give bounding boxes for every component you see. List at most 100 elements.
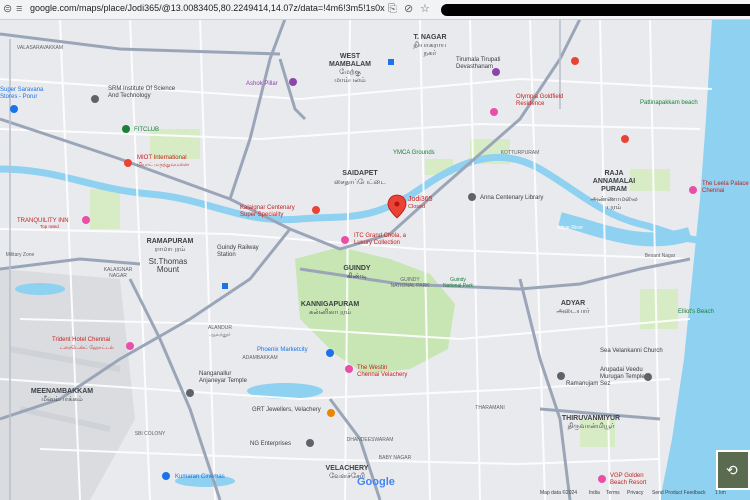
svg-text:GRT Jewellers, Velachery: GRT Jewellers, Velachery (252, 407, 321, 413)
place-raja-annamalai: RAJA (604, 170, 623, 177)
india-link[interactable]: India (589, 490, 600, 496)
place-baby-nagar: BABY NAGAR (379, 455, 412, 461)
place-raja-annamalai3: PURAM (601, 186, 627, 193)
svg-text:Murugan Temple: Murugan Temple (600, 374, 645, 380)
svg-text:Chennai Velachery: Chennai Velachery (357, 372, 407, 378)
place-dhandeeswaram: DHANDEESWARAM (347, 437, 394, 443)
place-besant: Besant Nagar (645, 253, 676, 259)
place-adyar: ADYAR (561, 300, 585, 307)
place-alandur: ALANDUR (208, 325, 232, 331)
svg-text:ட்ரைடென்ட் ஹோட்டல்: ட்ரைடென்ட் ஹோட்டல் (60, 345, 114, 351)
svg-text:Stores - Porur: Stores - Porur (0, 94, 37, 100)
svg-text:The Leela Palace: The Leela Palace (702, 181, 749, 187)
place-saidapet-ta: சைதாப்பேட்டை (334, 179, 386, 186)
jodi365-status: Closed (408, 204, 425, 210)
jodi365-label: Jodi365 (408, 196, 433, 203)
place-raja-annamalai-ta: அண்ணாமலை (590, 196, 638, 203)
svg-text:Luxury Collection: Luxury Collection (354, 240, 400, 246)
poi-pattinapakkam[interactable]: Pattinapakkam beach (640, 100, 698, 106)
svg-text:Guindy Railway: Guindy Railway (217, 245, 259, 251)
svg-text:Residence: Residence (516, 101, 545, 107)
place-west-mambalam-ta2: மாம்பலம் (334, 77, 366, 84)
svg-text:Devasthanam: Devasthanam (456, 64, 493, 70)
svg-text:VGP Golden: VGP Golden (610, 473, 644, 479)
place-kotturpuram: KOTTURPURAM (501, 150, 540, 156)
place-alandur-ta: ஆலந்தூர் (209, 332, 231, 338)
place-kannigapuram-ta: கன்னிகாபுரம் (309, 309, 352, 316)
svg-text:Ashok Pillar: Ashok Pillar (246, 81, 278, 87)
place-guindy-np4: National Park (443, 283, 474, 289)
poi-velankanni[interactable]: Sea Velankanni Church (600, 348, 663, 354)
place-adyar-ta: அடையார் (556, 308, 590, 315)
svg-text:YMCA Grounds: YMCA Grounds (393, 150, 435, 156)
svg-text:Kumaran Cinemas: Kumaran Cinemas (175, 474, 225, 480)
place-adambakkam: ADAMBAKKAM (242, 355, 277, 361)
place-raja-annamalai2: ANNAMALAI (593, 178, 635, 185)
place-military: Military Zone (6, 252, 35, 258)
svg-text:Top rated: Top rated (40, 224, 59, 229)
feedback-link[interactable]: Send Product Feedback (652, 490, 706, 496)
place-west-mambalam: WEST (340, 53, 361, 60)
poi-fitclub[interactable]: FITCLUB (122, 125, 159, 133)
svg-text:Anjaneyar Temple: Anjaneyar Temple (199, 378, 248, 384)
place-kannigapuram: KANNIGAPURAM (301, 301, 360, 308)
map-footer: Map data ©2024 India Terms Privacy Send … (0, 489, 750, 500)
site-info-icon[interactable]: ⊜ (3, 2, 12, 16)
cast-icon[interactable]: ⎘ (388, 2, 397, 16)
place-adyar-river: Adyar River (557, 225, 583, 231)
place-st-thomas2: Mount (157, 265, 180, 274)
map-data-text: Map data ©2024 (540, 490, 578, 496)
svg-text:SRM Institute Of Science: SRM Institute Of Science (108, 86, 176, 92)
layers-icon: ⟲ (726, 462, 738, 478)
svg-text:Super Speciality: Super Speciality (240, 212, 283, 218)
svg-text:Nanganallur: Nanganallur (199, 371, 231, 377)
svg-text:மியாட் மருத்துவமனை: மியாட் மருத்துவமனை (137, 162, 189, 168)
place-kalaignar2: NAGAR (109, 273, 127, 279)
svg-text:Ramanujam Sez: Ramanujam Sez (566, 381, 610, 387)
svg-text:Pattinapakkam beach: Pattinapakkam beach (640, 100, 698, 106)
layers-thumbnail[interactable]: ⟲ (716, 450, 750, 490)
place-sbi: SBI COLONY (135, 431, 166, 437)
svg-text:The Westin: The Westin (357, 365, 387, 371)
url-text[interactable]: google.com/maps/place/Jodi365/@13.008340… (30, 3, 385, 13)
svg-text:Chennai: Chennai (702, 188, 724, 194)
google-logo: Google (357, 476, 395, 488)
place-guindy-np2: NATIONAL PARK (390, 283, 430, 289)
tune-icon[interactable]: ≡ (16, 2, 22, 16)
svg-text:Super Saravana: Super Saravana (0, 87, 44, 93)
svg-text:Anna Centenary Library: Anna Centenary Library (480, 195, 543, 201)
place-west-mambalam2: MAMBALAM (329, 61, 371, 68)
place-meenambakkam: MEENAMBAKKAM (31, 388, 93, 395)
place-saidapet: SAIDAPET (342, 170, 378, 177)
svg-text:ITC Grand Chola, a: ITC Grand Chola, a (354, 233, 407, 239)
svg-text:NG Enterprises: NG Enterprises (250, 441, 291, 447)
poi-ymca[interactable]: YMCA Grounds (393, 150, 435, 156)
redacted-bar (441, 4, 750, 16)
poi-elliots[interactable]: Elliot's Beach (678, 309, 714, 315)
place-velachery: VELACHERY (326, 465, 369, 472)
place-guindy-ta: கிண்டி (347, 273, 368, 280)
svg-text:And Technology: And Technology (108, 93, 151, 99)
terms-link[interactable]: Terms (606, 490, 620, 496)
place-t-nagar: T. NAGAR (413, 34, 446, 41)
map-canvas[interactable]: T. NAGAR தியாகராய நகர் WEST MAMBALAM மேற… (0, 19, 750, 500)
svg-text:Station: Station (217, 252, 236, 258)
place-tharamani: THARAMANI (475, 405, 504, 411)
star-icon[interactable]: ☆ (420, 2, 430, 16)
svg-text:Arupadai Veedu: Arupadai Veedu (600, 367, 643, 373)
place-thiruvanmiyur: THIRUVANMIYUR (562, 415, 620, 422)
svg-text:Sea Velankanni Church: Sea Velankanni Church (600, 348, 663, 354)
svg-text:Trident Hotel Chennai: Trident Hotel Chennai (52, 337, 110, 343)
place-valasaravakkam: VALASARAVAKKAM (17, 45, 63, 51)
svg-text:MIOT International: MIOT International (137, 155, 187, 161)
svg-text:FITCLUB: FITCLUB (134, 127, 159, 133)
place-raja-annamalai-ta2: புரம் (607, 204, 622, 211)
eye-off-icon[interactable]: ⊘ (404, 2, 413, 16)
place-meenambakkam-ta: மீனம்பாக்கம் (41, 395, 83, 403)
svg-text:Phoenix Marketcity: Phoenix Marketcity (257, 347, 308, 353)
poi-anna-lib[interactable]: Anna Centenary Library (468, 193, 543, 201)
scale-label: 1 km (715, 490, 726, 496)
privacy-link[interactable]: Privacy (627, 490, 643, 496)
place-guindy: GUINDY (343, 265, 371, 272)
browser-address-bar: ⊜ ≡ google.com/maps/place/Jodi365/@13.00… (0, 0, 750, 20)
